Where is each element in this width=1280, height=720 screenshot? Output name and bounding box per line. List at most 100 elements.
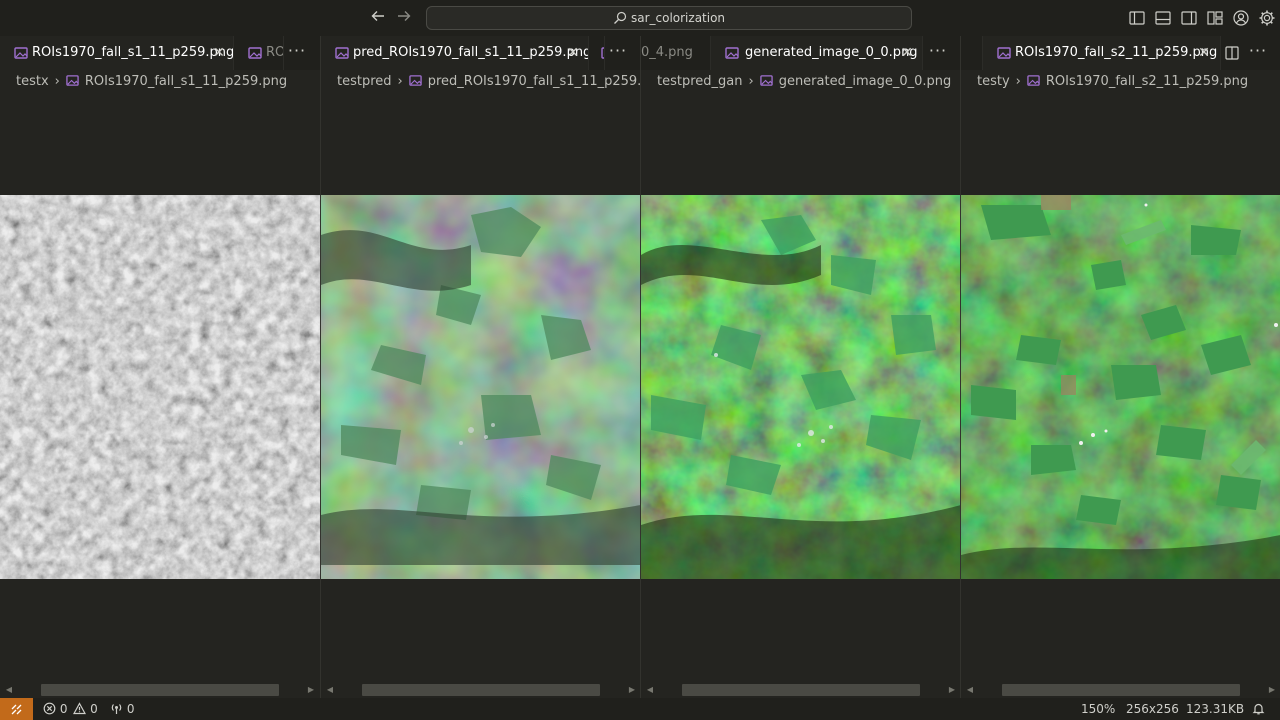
image-file-icon: [14, 47, 28, 59]
horizontal-scrollbar[interactable]: ◀ ▶: [641, 682, 960, 698]
horizontal-scrollbar[interactable]: ◀ ▶: [0, 682, 320, 698]
breadcrumb-file[interactable]: pred_ROIs1970_fall_s1_11_p259.png: [428, 74, 640, 89]
tab-overflow[interactable]: [961, 36, 983, 70]
tab-label: generated_image_0_0.png: [745, 45, 918, 60]
image-file-icon: [66, 75, 79, 86]
zoom-level[interactable]: 150%: [1081, 698, 1115, 720]
scroll-left-icon[interactable]: ◀: [4, 685, 14, 695]
scroll-right-icon[interactable]: ▶: [627, 685, 637, 695]
toggle-secondary-sidebar-icon[interactable]: [1180, 9, 1198, 27]
warning-icon: [73, 702, 87, 715]
problems-indicator[interactable]: 0 0: [43, 698, 98, 720]
toggle-panel-icon[interactable]: [1154, 9, 1172, 27]
image-file-icon: [725, 47, 739, 59]
tab-label: ROIs1970_fall_s1_11_p259.png: [32, 45, 234, 60]
status-bar: 0 0 0 150% 256x256 123.31KB: [0, 698, 1280, 720]
tab-bar: ROIs1970_fall_s2_11_p259.png ✕ ···: [961, 36, 1280, 70]
tab-rois-s1[interactable]: ROIs1970_fall_s1_11_p259.png ✕: [0, 36, 234, 70]
image-file-icon: [759, 75, 773, 86]
scrollbar-thumb[interactable]: [362, 684, 600, 696]
tab-label: RO: [266, 45, 284, 60]
gear-icon[interactable]: [1258, 9, 1276, 27]
warning-count: 0: [90, 702, 98, 716]
scroll-right-icon[interactable]: ▶: [306, 685, 316, 695]
search-text: sar_colorization: [630, 11, 726, 25]
image-file-icon: [248, 47, 262, 59]
breadcrumb-folder[interactable]: testy: [977, 74, 1010, 89]
tab-overflow[interactable]: RO: [234, 36, 284, 70]
editor-group-4: ROIs1970_fall_s2_11_p259.png ✕ ··· testy…: [960, 36, 1280, 698]
tab-rois-s2[interactable]: ROIs1970_fall_s2_11_p259.png ✕: [983, 36, 1221, 70]
breadcrumb-folder[interactable]: testx: [16, 74, 49, 89]
tab-bar: 0_4.png generated_image_0_0.png ✕ ···: [641, 36, 960, 70]
close-icon[interactable]: ✕: [899, 45, 915, 61]
tab-label: pred_ROIs1970_fall_s1_11_p259.png: [353, 45, 589, 60]
tab-generated[interactable]: generated_image_0_0.png ✕: [711, 36, 923, 70]
image-preview-sar[interactable]: [0, 195, 320, 579]
tab-label: ROIs1970_fall_s2_11_p259.png: [1015, 45, 1218, 60]
horizontal-scrollbar[interactable]: ◀ ▶: [321, 682, 640, 698]
image-file-icon: [1027, 75, 1040, 86]
scrollbar-thumb[interactable]: [1002, 684, 1240, 696]
horizontal-scrollbar[interactable]: ◀ ▶: [961, 682, 1280, 698]
close-icon[interactable]: ✕: [1196, 45, 1212, 61]
error-icon: [43, 702, 56, 715]
more-actions-icon[interactable]: ···: [926, 36, 950, 70]
command-center-search[interactable]: sar_colorization: [426, 6, 912, 30]
scroll-left-icon[interactable]: ◀: [645, 685, 655, 695]
editor-group-3: 0_4.png generated_image_0_0.png ✕ ··· te…: [640, 36, 960, 698]
image-file-icon: [409, 75, 422, 86]
broadcast-icon: [111, 704, 122, 714]
tab-label: 0_4.png: [641, 45, 693, 60]
breadcrumb: testy › ROIs1970_fall_s2_11_p259.png: [977, 72, 1248, 92]
more-actions-icon[interactable]: ···: [1246, 36, 1270, 70]
scrollbar-thumb[interactable]: [682, 684, 920, 696]
more-actions-icon[interactable]: ···: [606, 36, 630, 70]
toggle-primary-sidebar-icon[interactable]: [1128, 9, 1146, 27]
scroll-left-icon[interactable]: ◀: [325, 685, 335, 695]
bell-icon[interactable]: [1252, 698, 1265, 720]
more-actions-icon[interactable]: ···: [285, 36, 309, 70]
customize-layout-icon[interactable]: [1206, 9, 1224, 27]
tab-pred[interactable]: pred_ROIs1970_fall_s1_11_p259.png ✕: [321, 36, 589, 70]
optical-image: [961, 195, 1280, 579]
tab-bar: ROIs1970_fall_s1_11_p259.png ✕ RO ···: [0, 36, 320, 70]
image-preview-gan[interactable]: [641, 195, 960, 579]
image-preview-optical[interactable]: [961, 195, 1280, 579]
breadcrumb-file[interactable]: ROIs1970_fall_s2_11_p259.png: [1046, 74, 1248, 89]
chevron-right-icon: ›: [748, 74, 754, 89]
scroll-right-icon[interactable]: ▶: [1267, 685, 1277, 695]
ports-count: 0: [126, 702, 135, 716]
breadcrumb: testpred › pred_ROIs1970_fall_s1_11_p259.p…: [337, 72, 640, 92]
close-icon[interactable]: ✕: [565, 45, 581, 61]
arrow-right-icon[interactable]: [394, 8, 414, 28]
breadcrumb: testx › ROIs1970_fall_s1_11_p259.png: [16, 72, 287, 92]
arrow-left-icon[interactable]: [368, 8, 388, 28]
scrollbar-thumb[interactable]: [41, 684, 279, 696]
breadcrumb-folder[interactable]: testpred: [337, 74, 392, 89]
tab-overflow[interactable]: 0_4.png: [641, 36, 711, 70]
split-editor-icon[interactable]: [1224, 45, 1240, 61]
account-icon[interactable]: [1232, 9, 1250, 27]
scroll-right-icon[interactable]: ▶: [947, 685, 957, 695]
gan-image: [641, 195, 960, 579]
chevron-right-icon: ›: [397, 74, 403, 89]
image-dimensions: 256x256: [1126, 702, 1179, 716]
image-file-icon: [601, 47, 604, 59]
remote-indicator[interactable]: [0, 698, 33, 720]
image-file-icon: [335, 47, 349, 59]
image-file-icon: [997, 47, 1011, 59]
scroll-left-icon[interactable]: ◀: [965, 685, 975, 695]
ports-indicator[interactable]: 0: [110, 698, 134, 720]
breadcrumb-folder[interactable]: testpred_gan: [657, 74, 742, 89]
editor-group-2: pred_ROIs1970_fall_s1_11_p259.png ✕ ··· …: [320, 36, 640, 698]
close-icon[interactable]: ✕: [211, 45, 227, 61]
breadcrumb-file[interactable]: ROIs1970_fall_s1_11_p259.png: [85, 74, 287, 89]
editor-group-1: ROIs1970_fall_s1_11_p259.png ✕ RO ··· te…: [0, 36, 320, 698]
remote-icon: [11, 704, 22, 715]
breadcrumb-file[interactable]: generated_image_0_0.png: [779, 74, 952, 89]
tab-overflow[interactable]: [589, 36, 605, 70]
image-preview-pred[interactable]: [321, 195, 640, 579]
sar-image: [0, 195, 320, 579]
pred-image: [321, 195, 640, 579]
